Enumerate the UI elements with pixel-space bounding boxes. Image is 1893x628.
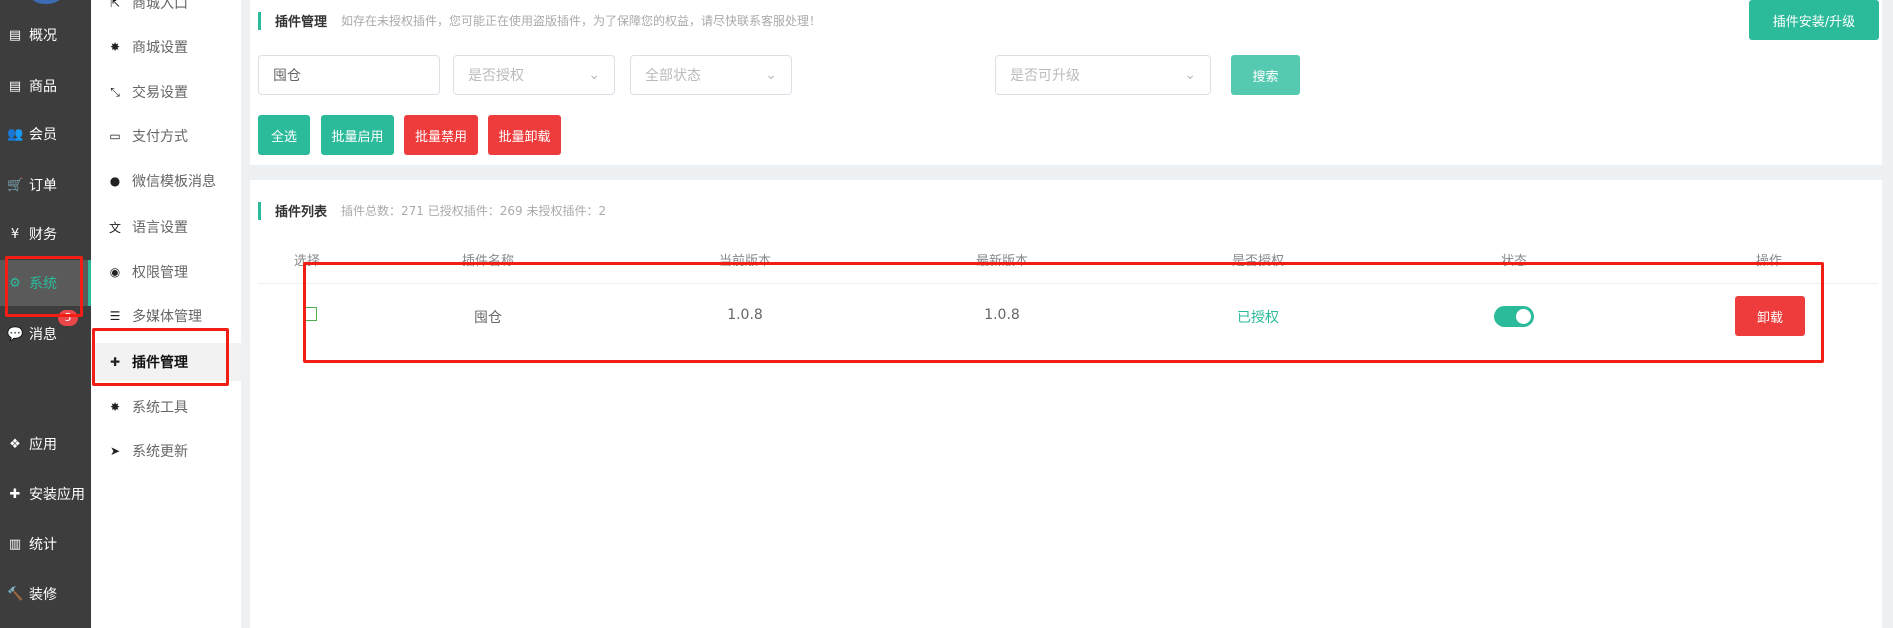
- plugin-list-panel: 插件列表 插件总数：271 已授权插件：269 未授权插件：2: [250, 180, 1882, 628]
- language-icon: 文: [108, 220, 121, 235]
- sidebar-item-goods[interactable]: ▤ 商品: [0, 64, 91, 108]
- scrollbar[interactable]: [1882, 0, 1893, 628]
- submenu-language[interactable]: 文语言设置: [91, 208, 241, 246]
- puzzle-icon: ✚: [9, 486, 21, 502]
- wechat-icon: ●: [109, 174, 121, 188]
- gear-icon: ✸: [109, 400, 121, 414]
- highlight-box-system: [5, 256, 83, 317]
- install-upgrade-button[interactable]: 插件安装/升级: [1749, 0, 1879, 40]
- batch-disable-button[interactable]: 批量禁用: [404, 115, 478, 155]
- submenu-mall-settings[interactable]: ✸ 商城设置: [91, 28, 241, 66]
- compress-icon: ⤡: [110, 84, 120, 99]
- submenu-permissions[interactable]: ◉ 权限管理: [91, 253, 241, 291]
- batch-enable-button[interactable]: 批量启用: [321, 115, 394, 155]
- chevron-down-icon: ⌄: [588, 67, 600, 83]
- highlight-box-plugins: [92, 328, 229, 386]
- filter-panel: 插件管理 如存在未授权插件，您可能正在使用盗版插件，为了保障您的权益，请尽快联系客…: [250, 0, 1882, 165]
- select-all-button[interactable]: 全选: [258, 115, 310, 155]
- comment-icon: 💬: [7, 326, 24, 342]
- sidebar-item-apps[interactable]: ❖ 应用: [0, 422, 91, 466]
- gear-icon: ✸: [109, 40, 121, 54]
- authorized-select[interactable]: 是否授权 ⌄: [453, 55, 615, 95]
- sidebar-item-finance[interactable]: ¥ 财务: [0, 212, 91, 256]
- list-summary: 插件总数：271 已授权插件：269 未授权插件：2: [341, 204, 607, 218]
- submenu-system-tools[interactable]: ✸ 系统工具: [91, 388, 241, 426]
- chevron-down-icon: ⌄: [765, 67, 777, 83]
- list-icon: ☰: [109, 309, 121, 323]
- avatar[interactable]: [30, 0, 62, 4]
- bar-chart-icon: ▥: [8, 536, 22, 552]
- submenu-trade-settings[interactable]: ⤡ 交易设置: [91, 73, 241, 111]
- submenu-system-update[interactable]: ➤ 系统更新: [91, 432, 241, 470]
- yen-icon: ¥: [10, 226, 20, 242]
- upgradable-select[interactable]: 是否可升级 ⌄: [995, 55, 1211, 95]
- status-select[interactable]: 全部状态 ⌄: [630, 55, 792, 95]
- sidebar-item-stats[interactable]: ▥ 统计: [0, 522, 91, 566]
- paper-plane-icon: ➤: [109, 444, 121, 458]
- submenu-payment[interactable]: ▭ 支付方式: [91, 117, 241, 155]
- archive-icon: ▤: [8, 78, 22, 94]
- cart-icon: 🛒: [7, 177, 24, 193]
- sidebar-item-install-apps[interactable]: ✚ 安装应用: [0, 472, 91, 516]
- gavel-icon: 🔨: [7, 586, 24, 602]
- sidebar-item-orders[interactable]: 🛒 订单: [0, 163, 91, 207]
- search-button[interactable]: 搜索: [1231, 55, 1300, 95]
- submenu-mall-entry[interactable]: ⇱ 商城入口: [91, 0, 241, 22]
- chevron-down-icon: ⌄: [1184, 67, 1196, 83]
- sub-menu: ⇱ 商城入口 ✸ 商城设置 ⤡ 交易设置 ▭ 支付方式 ● 微信模板消息 文语言设置 ◉ 权…: [91, 0, 241, 628]
- users-icon: 👥: [7, 126, 24, 142]
- sidebar-item-overview[interactable]: ▤ 概况: [0, 13, 91, 57]
- sidebar-item-decoration[interactable]: 🔨 装修: [0, 572, 91, 616]
- list-title: 插件列表 插件总数：271 已授权插件：269 未授权插件：2: [258, 201, 606, 220]
- keyword-input[interactable]: 囤仓: [258, 55, 440, 95]
- highlight-box-row: [303, 262, 1824, 363]
- sidebar-item-members[interactable]: 👥 会员: [0, 112, 91, 156]
- archive-icon: ▤: [8, 27, 22, 43]
- batch-uninstall-button[interactable]: 批量卸载: [488, 115, 561, 155]
- notice-text: 如存在未授权插件，您可能正在使用盗版插件，为了保障您的权益，请尽快联系客服处理！: [341, 14, 822, 28]
- gamepad-icon: ◉: [109, 265, 121, 279]
- external-link-icon: ⇱: [109, 0, 121, 10]
- page-title: 插件管理 如存在未授权插件，您可能正在使用盗版插件，为了保障您的权益，请尽快联系客…: [258, 11, 821, 30]
- credit-card-icon: ▭: [109, 129, 121, 143]
- submenu-wechat-template[interactable]: ● 微信模板消息: [91, 162, 241, 200]
- cubes-icon: ❖: [9, 436, 21, 452]
